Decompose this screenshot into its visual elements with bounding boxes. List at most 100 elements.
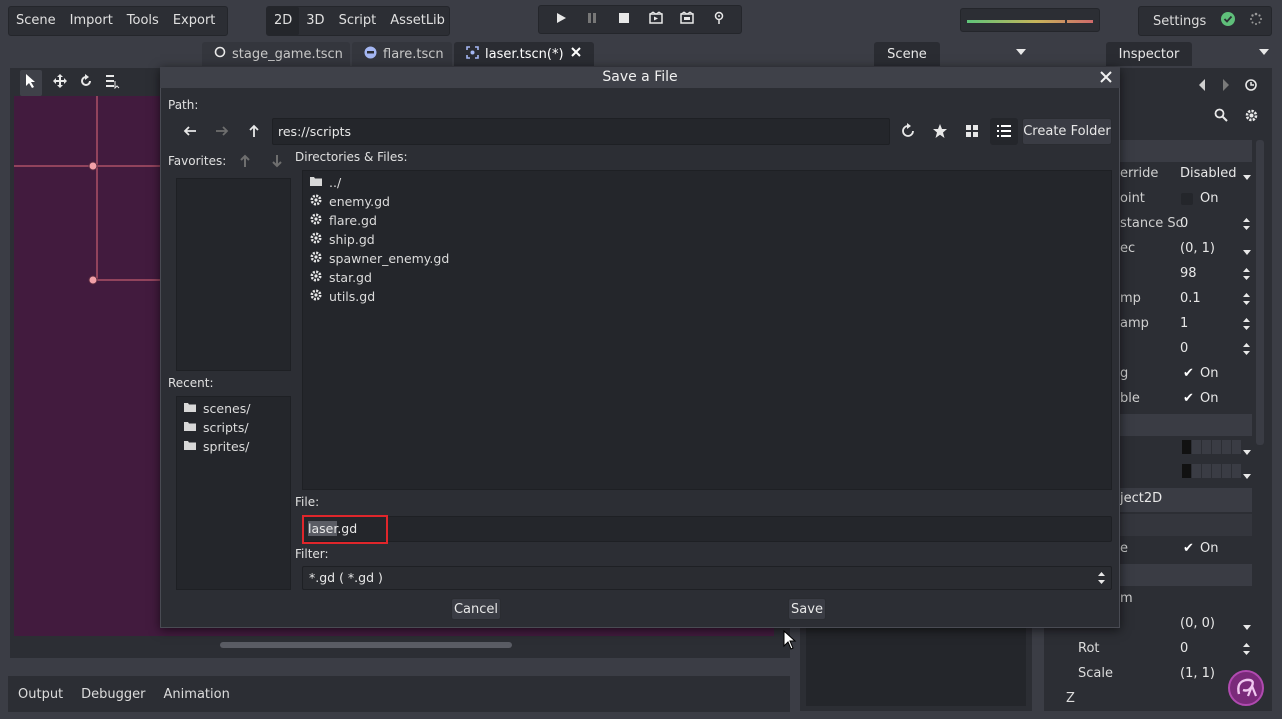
list-view-icon[interactable] (990, 118, 1018, 145)
tab-animation[interactable]: Animation (164, 687, 230, 702)
prop-value[interactable]: 0.1 (1180, 291, 1201, 306)
stop-icon[interactable] (617, 11, 631, 29)
tab-flare[interactable]: flare.tscn (352, 42, 452, 66)
list-item[interactable]: scripts/ (183, 418, 249, 437)
prop-value-scale[interactable]: (1, 1) (1180, 666, 1215, 681)
horizontal-scrollbar[interactable] (14, 638, 774, 652)
search-icon[interactable] (1214, 108, 1228, 127)
list-item[interactable]: utils.gd (309, 287, 375, 306)
tab-stage-game[interactable]: stage_game.tscn (202, 42, 350, 66)
back-arrow-icon[interactable] (1196, 78, 1208, 96)
tab-laser[interactable]: laser.tscn(*) (454, 42, 594, 66)
inspector-section-header[interactable]: ject2D (1112, 488, 1252, 512)
back-arrow-icon[interactable] (182, 123, 198, 143)
gear-icon[interactable] (1244, 108, 1259, 127)
layer-grid-2[interactable] (1182, 464, 1242, 478)
create-folder-button[interactable]: Create Folder (1022, 118, 1112, 145)
filter-select[interactable]: *.gd ( *.gd ) (302, 566, 1112, 590)
prop-value-pos[interactable]: (0, 0) (1180, 616, 1215, 631)
file-name-input[interactable]: laser.gd (302, 516, 1112, 542)
dropdown-arrow-icon[interactable] (1242, 245, 1252, 260)
files-list[interactable]: ../ enemy.gd flare.gd ship.gd spawner_en… (302, 170, 1112, 490)
select-tool-icon[interactable] (20, 70, 42, 96)
prop-value[interactable]: 98 (1180, 266, 1197, 281)
prop-label: m (1120, 591, 1133, 606)
history-icon[interactable] (1244, 78, 1258, 96)
list-item-label: spawner_enemy.gd (329, 251, 450, 266)
prop-value[interactable]: (0, 1) (1180, 241, 1215, 256)
menu-export[interactable]: Export (166, 7, 223, 35)
mode-2d[interactable]: 2D (267, 7, 300, 35)
rotate-tool-icon[interactable] (78, 73, 94, 93)
forward-arrow-icon[interactable] (214, 123, 230, 143)
play-custom-scene-icon[interactable] (680, 10, 695, 29)
prop-value[interactable]: 0 (1180, 216, 1188, 231)
list-item[interactable]: ../ (309, 173, 341, 192)
forward-arrow-icon[interactable] (1220, 78, 1232, 96)
recent-list[interactable]: scenes/ scripts/ sprites/ (176, 396, 291, 590)
refresh-icon[interactable] (900, 123, 916, 143)
dropdown-arrow-icon[interactable] (1242, 620, 1252, 635)
mode-3d[interactable]: 3D (299, 7, 331, 35)
play-scene-icon[interactable] (649, 10, 663, 29)
prop-value[interactable]: 0 (1180, 341, 1188, 356)
spin-arrows-icon[interactable] (1242, 317, 1251, 335)
checkmark-icon[interactable]: ✔ (1183, 541, 1194, 556)
favorites-list[interactable] (176, 178, 291, 371)
scrollbar-thumb[interactable] (220, 642, 512, 648)
play-icon[interactable] (554, 11, 568, 29)
close-icon[interactable] (1098, 69, 1114, 85)
list-item[interactable]: ship.gd (309, 230, 375, 249)
path-input[interactable]: res://scripts (272, 118, 890, 145)
mode-script[interactable]: Script (332, 7, 384, 35)
dropdown-arrow-icon[interactable] (1242, 469, 1252, 484)
spin-arrows-icon[interactable] (1242, 217, 1251, 235)
list-item[interactable]: spawner_enemy.gd (309, 249, 449, 268)
tab-scene-dock[interactable]: Scene (874, 42, 940, 66)
pause-icon[interactable] (585, 11, 599, 29)
grid-view-icon[interactable] (964, 123, 980, 143)
dock-menu-icon[interactable] (1015, 46, 1027, 61)
tab-output[interactable]: Output (18, 687, 63, 702)
list-item[interactable]: star.gd (309, 268, 372, 287)
move-tool-icon[interactable] (52, 73, 68, 93)
dropdown-arrow-icon[interactable] (1242, 170, 1252, 185)
tab-inspector[interactable]: Inspector (1106, 42, 1192, 66)
prop-value-override[interactable]: Disabled (1180, 166, 1236, 181)
mode-assetlib[interactable]: AssetLib (383, 7, 452, 35)
list-item[interactable]: flare.gd (309, 211, 377, 230)
move-up-icon[interactable] (238, 154, 252, 172)
spin-arrows-icon[interactable] (1242, 642, 1251, 660)
scene-tree-area[interactable] (806, 628, 1026, 706)
spin-arrows-icon[interactable] (1242, 292, 1251, 310)
move-down-icon[interactable] (270, 154, 284, 172)
list-item[interactable]: enemy.gd (309, 192, 390, 211)
dropdown-arrow-icon[interactable] (1242, 445, 1252, 460)
cancel-button[interactable]: Cancel (451, 598, 501, 620)
settings-menu[interactable]: Settings (1153, 14, 1206, 29)
remote-debug-icon[interactable] (712, 11, 726, 29)
layer-grid-1[interactable] (1182, 440, 1242, 454)
settings-group: Settings (1138, 6, 1272, 36)
menu-scene[interactable]: Scene (9, 7, 63, 35)
prop-value-rot[interactable]: 0 (1180, 641, 1188, 656)
prop-value[interactable]: 1 (1180, 316, 1188, 331)
spin-arrows-icon[interactable] (1242, 267, 1251, 285)
inspector-menu-icon[interactable] (1258, 46, 1270, 61)
spin-arrows-icon[interactable] (1242, 342, 1251, 360)
checkmark-icon[interactable]: ✔ (1183, 391, 1194, 406)
menu-tools[interactable]: Tools (120, 7, 166, 35)
list-item[interactable]: scenes/ (183, 399, 250, 418)
parent-folder-icon[interactable] (246, 123, 262, 143)
list-item[interactable]: sprites/ (183, 437, 249, 456)
list-select-icon[interactable] (104, 73, 120, 93)
menu-import[interactable]: Import (63, 7, 120, 35)
favorite-star-icon[interactable] (932, 123, 948, 143)
inspector-scrollbar[interactable] (1256, 140, 1264, 445)
tab-debugger[interactable]: Debugger (81, 687, 145, 702)
checkmark-icon[interactable]: ✔ (1183, 366, 1194, 381)
save-button[interactable]: Save (788, 598, 826, 620)
close-tab-icon[interactable] (570, 46, 582, 62)
checkbox-unchecked[interactable] (1181, 193, 1193, 205)
inspector-category-strip (1112, 564, 1252, 586)
